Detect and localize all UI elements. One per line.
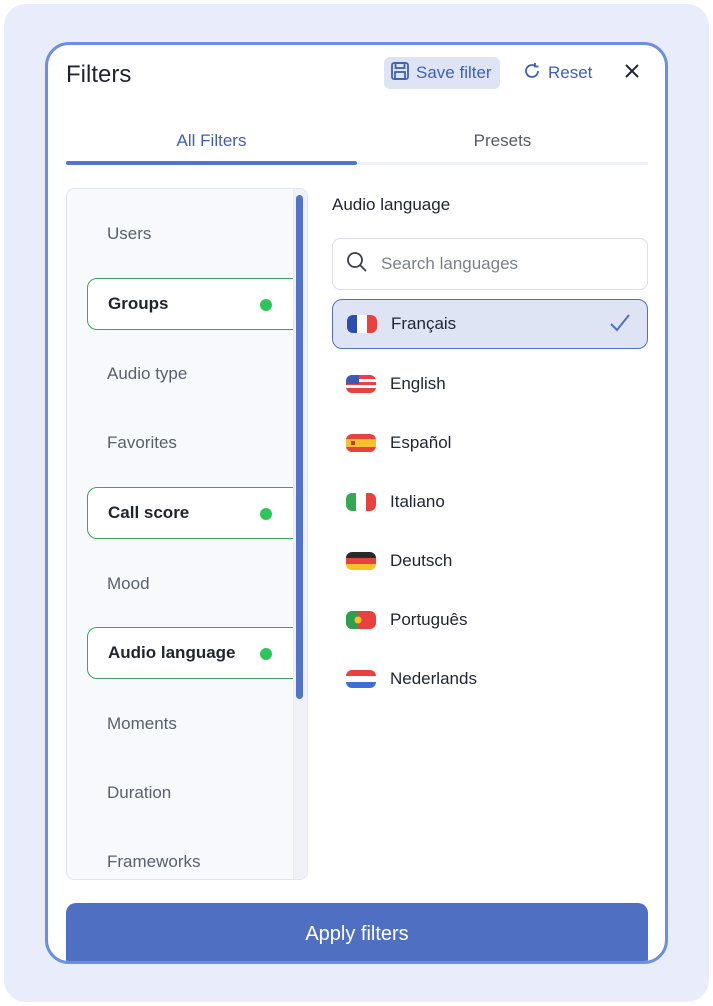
panel-title: Filters <box>66 61 132 88</box>
reset-label: Reset <box>548 63 593 82</box>
language-label: Nederlands <box>390 669 477 688</box>
tab-presets[interactable]: Presets <box>357 117 648 165</box>
language-search[interactable] <box>332 238 648 290</box>
category-label: Call score <box>108 503 190 522</box>
reset-button[interactable]: Reset <box>522 57 592 89</box>
active-filter-dot <box>260 299 272 311</box>
italy-flag-icon <box>346 493 376 511</box>
language-label: Italiano <box>390 492 445 511</box>
checkmark-icon <box>609 312 631 339</box>
category-groups[interactable]: Groups <box>87 278 307 330</box>
category-label: Mood <box>107 574 150 593</box>
category-favorites[interactable]: Favorites <box>87 417 297 469</box>
language-label: Español <box>390 433 452 452</box>
category-label: Audio type <box>107 364 188 383</box>
close-icon <box>624 63 640 84</box>
category-label: Moments <box>107 714 177 733</box>
category-mood[interactable]: Mood <box>87 558 297 610</box>
category-label: Frameworks <box>107 852 201 871</box>
language-label: English <box>390 374 446 393</box>
language-label: Português <box>390 610 468 629</box>
language-label: Français <box>391 314 457 333</box>
category-frameworks[interactable]: Frameworks <box>87 836 297 879</box>
section-title: Audio language <box>332 195 451 214</box>
language-option-francais[interactable]: Français <box>332 299 648 349</box>
filters-panel: Filters Save filter Reset All Filters Pr… <box>45 42 668 964</box>
category-label: Favorites <box>107 433 177 452</box>
category-list: Users Groups Audio type Favorites Call s… <box>66 188 308 880</box>
language-option-nederlands[interactable]: Nederlands <box>332 654 648 704</box>
language-option-portugues[interactable]: Português <box>332 595 648 645</box>
france-flag-icon <box>347 315 377 333</box>
category-duration[interactable]: Duration <box>87 767 297 819</box>
close-button[interactable] <box>620 59 644 87</box>
reset-icon <box>522 61 542 86</box>
us-flag-icon <box>346 375 376 393</box>
category-audio-language[interactable]: Audio language <box>87 627 307 679</box>
active-filter-dot <box>260 648 272 660</box>
category-moments[interactable]: Moments <box>87 698 297 750</box>
spain-flag-icon <box>346 434 376 452</box>
category-users[interactable]: Users <box>87 208 297 260</box>
category-label: Groups <box>108 294 169 313</box>
category-label: Audio language <box>108 643 236 662</box>
language-option-espanol[interactable]: Español <box>332 418 648 468</box>
tab-divider <box>357 162 648 165</box>
portugal-flag-icon <box>346 611 376 629</box>
language-option-deutsch[interactable]: Deutsch <box>332 536 648 586</box>
category-call-score[interactable]: Call score <box>87 487 307 539</box>
language-label: Deutsch <box>390 551 453 570</box>
category-label: Duration <box>107 783 172 802</box>
save-filter-label: Save filter <box>416 63 492 82</box>
category-label: Users <box>107 224 152 243</box>
filter-tabs: All Filters Presets <box>66 117 648 165</box>
search-icon <box>345 250 369 279</box>
save-icon <box>390 61 410 86</box>
active-filter-dot <box>260 508 272 520</box>
active-tab-indicator <box>66 161 357 165</box>
language-option-english[interactable]: English <box>332 359 648 409</box>
netherlands-flag-icon <box>346 670 376 688</box>
apply-filters-button[interactable]: Apply filters <box>66 903 648 961</box>
tab-all-filters[interactable]: All Filters <box>66 117 357 165</box>
save-filter-button[interactable]: Save filter <box>384 57 500 89</box>
category-audio-type[interactable]: Audio type <box>87 348 297 400</box>
scrollbar-thumb[interactable] <box>296 195 303 699</box>
germany-flag-icon <box>346 552 376 570</box>
language-option-italiano[interactable]: Italiano <box>332 477 648 527</box>
search-input[interactable] <box>381 254 631 274</box>
